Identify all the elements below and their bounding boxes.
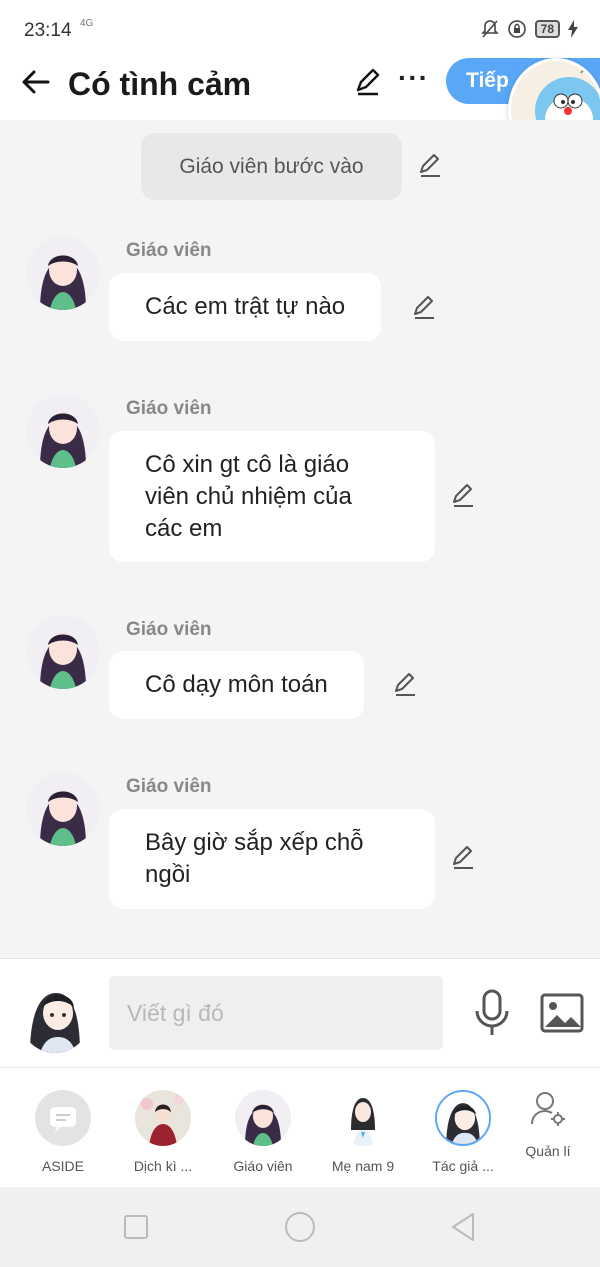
lock-rotation-icon [507,20,526,38]
avatar-art [437,1092,489,1144]
teacher-avatar-art [26,394,100,468]
manage-label: Quản lí [525,1143,571,1159]
avatar[interactable] [26,615,100,689]
status-icons: 78 [480,19,578,39]
nav-back-icon[interactable] [449,1211,477,1243]
speaker-name: Giáo viên [126,776,212,797]
system-nav-bar [0,1187,600,1267]
author-avatar-art [18,973,92,1053]
edit-message-icon[interactable] [449,482,477,510]
recent-apps-button[interactable] [124,1215,148,1239]
avatar-art [235,1090,291,1146]
message-bubble[interactable]: Cô xin gt cô là giáo viên chủ nhiệm của … [109,431,435,562]
message-line: viên chủ nhiệm của [145,483,352,510]
avatar-art [135,1090,191,1146]
character-bar: ASIDE Dịch kì ... Giáo viên Mẹ nam 9 Tác… [0,1067,600,1187]
chat-bubble-icon [35,1090,91,1146]
teacher-avatar-art [26,772,100,846]
character-aside[interactable]: ASIDE [13,1090,113,1174]
speaker-name: Giáo viên [126,398,212,419]
message-line: Bây giờ sắp xếp chỗ [145,829,364,856]
avatar [335,1090,391,1146]
message-line: Cô dạy môn toán [145,671,328,698]
edit-message-icon[interactable] [391,671,419,699]
teacher-avatar-art [26,615,100,689]
manage-user-icon [531,1092,565,1126]
character-item-selected[interactable]: Tác giả ... [413,1090,513,1174]
avatar[interactable] [26,394,100,468]
more-options-icon[interactable]: ··· [398,62,429,94]
chat-bubble-icon-art [50,1107,76,1133]
network-indicator: 4G [80,18,94,29]
message-input[interactable] [109,976,443,1050]
character-item[interactable]: Dịch kì ... [113,1090,213,1174]
edit-message-icon[interactable] [449,844,477,872]
back-arrow-icon[interactable] [18,64,54,100]
teacher-avatar-art [26,236,100,310]
microphone-icon[interactable] [472,989,512,1037]
character-item[interactable]: Giáo viên [213,1090,313,1174]
message-bubble[interactable]: Bây giờ sắp xếp chỗ ngồi [109,809,435,909]
avatar-art [335,1090,391,1146]
image-icon[interactable] [540,993,584,1033]
manage-button[interactable]: Quản lí [512,1090,584,1159]
message-bubble[interactable]: Cô dạy môn toán [109,651,364,719]
speaker-name: Giáo viên [126,240,212,261]
page-title: Có tình cảm [68,66,252,102]
edit-message-icon[interactable] [410,294,438,322]
avatar[interactable] [26,772,100,846]
message-bubble[interactable]: Các em trật tự nào [109,273,382,341]
message-line: Cô xin gt cô là giáo [145,451,350,478]
character-item[interactable]: Mẹ nam 9 [313,1090,413,1174]
message-line: các em [145,515,223,542]
message-line: Các em trật tự nào [145,293,346,320]
battery-level: 78 [534,20,560,38]
speaker-name: Giáo viên [126,619,212,640]
avatar [435,1090,491,1146]
avatar [235,1090,291,1146]
edit-message-icon[interactable] [416,152,444,180]
system-message[interactable]: Giáo viên bước vào [141,133,402,200]
avatar [135,1090,191,1146]
status-time: 23:14 [24,20,72,41]
home-button[interactable] [285,1212,315,1242]
character-name: Mẹ nam 9 [331,1158,395,1174]
chat-area[interactable]: Giáo viên bước vào Giáo viên Các em trật… [0,120,600,958]
current-character-avatar[interactable] [18,973,92,1053]
charging-icon [568,20,578,38]
status-bar: 23:14 4G 78 [0,0,600,60]
input-bar [0,958,600,1067]
edit-title-icon[interactable] [352,66,384,98]
character-name: Tác giả ... [432,1158,494,1174]
message-line: ngồi [145,861,191,888]
character-name: Giáo viên [233,1158,293,1174]
character-name: ASIDE [41,1158,84,1174]
avatar[interactable] [26,236,100,310]
bell-muted-icon [480,20,499,38]
character-name: Dịch kì ... [133,1158,193,1174]
